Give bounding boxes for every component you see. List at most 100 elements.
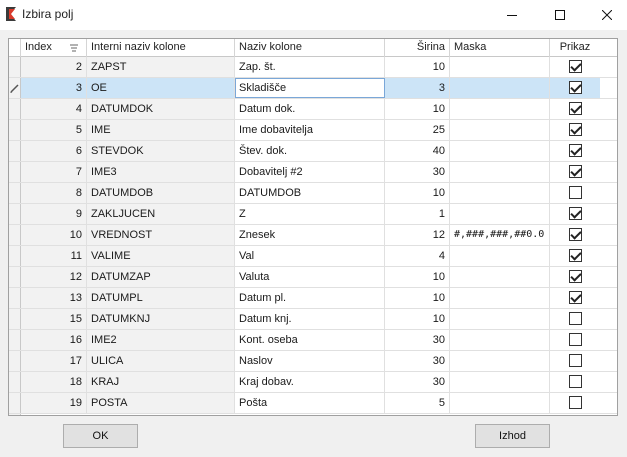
cell-mask[interactable] <box>450 183 550 203</box>
cell-width[interactable]: 5 <box>385 393 450 413</box>
header-show[interactable]: Prikaz <box>550 39 600 57</box>
show-checkbox[interactable] <box>568 227 582 241</box>
cell-internal-name[interactable]: DATUMZAP <box>87 267 235 287</box>
cell-index[interactable]: 7 <box>21 162 87 182</box>
cell-column-name[interactable]: Datum knj. <box>235 309 385 329</box>
cell-column-name[interactable]: Dobavitelj #2 <box>235 162 385 182</box>
table-row[interactable]: 11 VALIME Val 4 <box>9 246 617 267</box>
cell-mask[interactable] <box>450 204 550 224</box>
fields-grid[interactable]: Index Interni naziv kolone Naziv kolone … <box>8 38 618 416</box>
show-checkbox[interactable] <box>568 290 582 304</box>
cell-index[interactable]: 8 <box>21 183 87 203</box>
cell-mask[interactable] <box>450 99 550 119</box>
cell-mask[interactable] <box>450 57 550 77</box>
cell-index[interactable]: 11 <box>21 246 87 266</box>
cell-width[interactable]: 10 <box>385 57 450 77</box>
table-row[interactable]: 10 VREDNOST Znesek 12 #,###,###,##0.0 <box>9 225 617 246</box>
cell-internal-name[interactable]: ULICA <box>87 351 235 371</box>
show-checkbox[interactable] <box>568 248 582 262</box>
show-checkbox[interactable] <box>568 185 582 199</box>
cell-index[interactable]: 16 <box>21 330 87 350</box>
cell-column-name[interactable]: Skladišče <box>235 78 385 98</box>
cell-width[interactable]: 30 <box>385 330 450 350</box>
cell-column-name[interactable]: Datum dok. <box>235 99 385 119</box>
cell-internal-name[interactable]: IME2 <box>87 330 235 350</box>
ok-button[interactable]: OK <box>63 424 138 448</box>
cell-mask[interactable] <box>450 162 550 182</box>
show-checkbox[interactable] <box>568 59 582 73</box>
maximize-button[interactable] <box>537 0 583 30</box>
cell-column-name[interactable]: Štev. dok. <box>235 141 385 161</box>
cell-width[interactable]: 40 <box>385 141 450 161</box>
table-row[interactable]: 2 ZAPST Zap. št. 10 <box>9 57 617 78</box>
show-checkbox[interactable] <box>568 206 582 220</box>
cell-internal-name[interactable]: KRAJ <box>87 372 235 392</box>
cell-internal-name[interactable]: ZAKLJUCEN <box>87 204 235 224</box>
table-row[interactable]: 5 IME Ime dobavitelja 25 <box>9 120 617 141</box>
cell-internal-name[interactable]: VALIME <box>87 246 235 266</box>
cell-index[interactable]: 2 <box>21 57 87 77</box>
cell-index[interactable]: 15 <box>21 309 87 329</box>
show-checkbox[interactable] <box>568 332 582 346</box>
table-row[interactable]: 17 ULICA Naslov 30 <box>9 351 617 372</box>
cell-mask[interactable] <box>450 309 550 329</box>
cell-width[interactable]: 30 <box>385 351 450 371</box>
table-row[interactable]: 13 DATUMPL Datum pl. 10 <box>9 288 617 309</box>
cell-column-name[interactable]: Znesek <box>235 225 385 245</box>
show-checkbox[interactable] <box>568 80 582 94</box>
cell-width[interactable]: 10 <box>385 183 450 203</box>
table-row[interactable]: 16 IME2 Kont. oseba 30 <box>9 330 617 351</box>
table-row[interactable]: 12 DATUMZAP Valuta 10 <box>9 267 617 288</box>
cell-width[interactable]: 30 <box>385 372 450 392</box>
cell-width[interactable]: 3 <box>385 78 450 98</box>
cell-mask[interactable] <box>450 267 550 287</box>
cell-index[interactable]: 3 <box>21 78 87 98</box>
cell-internal-name[interactable]: IME3 <box>87 162 235 182</box>
show-checkbox[interactable] <box>568 122 582 136</box>
show-checkbox[interactable] <box>568 164 582 178</box>
show-checkbox[interactable] <box>568 353 582 367</box>
cell-index[interactable]: 6 <box>21 141 87 161</box>
cell-width[interactable]: 10 <box>385 267 450 287</box>
cell-internal-name[interactable]: ZAPST <box>87 57 235 77</box>
header-column-name[interactable]: Naziv kolone <box>235 39 385 57</box>
cell-index[interactable]: 12 <box>21 267 87 287</box>
cell-column-name[interactable]: Datum pl. <box>235 288 385 308</box>
cell-internal-name[interactable]: DATUMPL <box>87 288 235 308</box>
cell-column-name[interactable]: Naslov <box>235 351 385 371</box>
table-row[interactable]: 9 ZAKLJUCEN Z 1 <box>9 204 617 225</box>
cell-internal-name[interactable]: OE <box>87 78 235 98</box>
table-row[interactable]: 3 OE Skladišče 3 <box>9 78 617 99</box>
show-checkbox[interactable] <box>568 395 582 409</box>
cell-internal-name[interactable]: POSTA <box>87 393 235 413</box>
cell-index[interactable]: 18 <box>21 372 87 392</box>
show-checkbox[interactable] <box>568 374 582 388</box>
table-row[interactable]: 15 DATUMKNJ Datum knj. 10 <box>9 309 617 330</box>
cell-index[interactable]: 10 <box>21 225 87 245</box>
cell-mask[interactable] <box>450 120 550 140</box>
table-row[interactable]: 8 DATUMDOB DATUMDOB 10 <box>9 183 617 204</box>
cell-index[interactable]: 4 <box>21 99 87 119</box>
cell-width[interactable]: 4 <box>385 246 450 266</box>
cell-index[interactable]: 17 <box>21 351 87 371</box>
table-row[interactable]: 18 KRAJ Kraj dobav. 30 <box>9 372 617 393</box>
cell-column-name[interactable]: Pošta <box>235 393 385 413</box>
cell-width[interactable]: 1 <box>385 204 450 224</box>
cell-column-name[interactable]: Zap. št. <box>235 57 385 77</box>
cell-mask[interactable] <box>450 372 550 392</box>
cell-column-name[interactable]: Kraj dobav. <box>235 372 385 392</box>
cell-mask[interactable] <box>450 78 550 98</box>
cell-index[interactable]: 13 <box>21 288 87 308</box>
show-checkbox[interactable] <box>568 269 582 283</box>
show-checkbox[interactable] <box>568 101 582 115</box>
cell-width[interactable]: 10 <box>385 99 450 119</box>
close-button[interactable] <box>584 0 627 30</box>
header-internal-name[interactable]: Interni naziv kolone <box>87 39 235 57</box>
cell-index[interactable]: 19 <box>21 393 87 413</box>
cell-column-name[interactable]: Kont. oseba <box>235 330 385 350</box>
header-mask[interactable]: Maska <box>450 39 550 57</box>
cell-internal-name[interactable]: IME <box>87 120 235 140</box>
cell-mask[interactable] <box>450 246 550 266</box>
cell-width[interactable]: 10 <box>385 288 450 308</box>
izhod-button[interactable]: Izhod <box>475 424 550 448</box>
